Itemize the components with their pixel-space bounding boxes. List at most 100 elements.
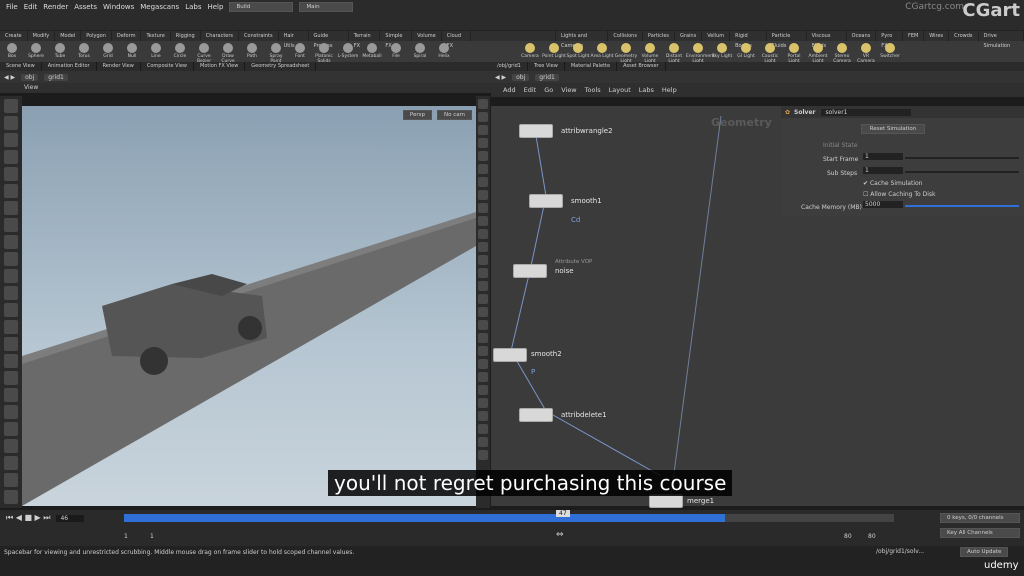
pane-tab[interactable]: Tree View bbox=[528, 62, 565, 71]
range-handle-icon[interactable]: ⇔ bbox=[556, 530, 564, 540]
shelf-tool[interactable]: Metaball bbox=[360, 43, 384, 64]
shelf-tab[interactable]: Lights and Cameras bbox=[556, 31, 609, 49]
shelf-tab[interactable]: Create bbox=[0, 31, 28, 41]
viewport-3d[interactable]: Persp No cam bbox=[22, 106, 476, 506]
shelf-tab[interactable]: Characters bbox=[201, 31, 240, 41]
pane-tab[interactable]: Motion FX View bbox=[194, 62, 246, 71]
net-menu-item[interactable]: Help bbox=[662, 86, 677, 94]
reset-simulation-button[interactable]: Reset Simulation bbox=[861, 124, 925, 134]
display-option-button[interactable] bbox=[478, 255, 488, 265]
tool-button[interactable] bbox=[4, 150, 18, 164]
tool-button[interactable] bbox=[4, 269, 18, 283]
display-option-button[interactable] bbox=[478, 333, 488, 343]
shelf-tab[interactable]: Crowds bbox=[949, 31, 979, 41]
shelf-tab[interactable]: Particles bbox=[643, 31, 676, 41]
shelf-tool[interactable]: Stereo Camera bbox=[830, 43, 854, 64]
display-option-button[interactable] bbox=[478, 151, 488, 161]
range-start-2[interactable]: 1 bbox=[150, 533, 154, 540]
net-menu-item[interactable]: Go bbox=[544, 86, 553, 94]
key-all-channels-button[interactable]: Key All Channels bbox=[940, 528, 1020, 538]
shelf-tab[interactable]: Collisions bbox=[608, 31, 643, 41]
tool-button[interactable] bbox=[4, 167, 18, 181]
net-menu-item[interactable]: View bbox=[561, 86, 576, 94]
shelf-tool[interactable]: Circle bbox=[168, 43, 192, 64]
current-frame-field[interactable]: 46 bbox=[56, 514, 85, 522]
display-option-button[interactable] bbox=[478, 203, 488, 213]
shelf-tool[interactable]: Grid bbox=[96, 43, 120, 64]
allow-cache-checkbox[interactable]: ☐ Allow Caching To Disk bbox=[863, 191, 936, 198]
tool-button[interactable] bbox=[4, 490, 18, 504]
shelf-tool[interactable]: Area Light bbox=[590, 43, 614, 64]
display-option-button[interactable] bbox=[478, 125, 488, 135]
shelf-tab[interactable]: Rigid Bodies bbox=[730, 31, 767, 49]
pane-tab[interactable]: /obj/grid1 bbox=[491, 62, 528, 71]
net-menu-item[interactable]: Tools bbox=[585, 86, 601, 94]
shelf-tool[interactable]: Portal Light bbox=[782, 43, 806, 64]
pane-tab[interactable]: Animation Editor bbox=[42, 62, 97, 71]
tool-button[interactable] bbox=[4, 388, 18, 402]
cache-mem-field[interactable]: 5000 bbox=[863, 201, 903, 208]
shelf-tool[interactable]: Tube bbox=[48, 43, 72, 64]
auto-update-button[interactable]: Auto Update bbox=[960, 547, 1009, 557]
display-option-button[interactable] bbox=[478, 372, 488, 382]
nav-arrows-icon[interactable]: ◀ ▶ bbox=[495, 74, 506, 81]
start-frame-slider[interactable] bbox=[905, 157, 1019, 159]
display-option-button[interactable] bbox=[478, 320, 488, 330]
shelf-tool[interactable]: Sky Light bbox=[710, 43, 734, 64]
shelf-tab[interactable]: Texture bbox=[141, 31, 171, 41]
path-grid1[interactable]: grid1 bbox=[44, 73, 68, 81]
net-menu-item[interactable]: Add bbox=[503, 86, 516, 94]
pane-tab[interactable]: Scene View bbox=[0, 62, 42, 71]
node-smooth2[interactable] bbox=[493, 348, 527, 362]
display-option-button[interactable] bbox=[478, 346, 488, 356]
shelf-tool[interactable]: Font bbox=[288, 43, 312, 64]
shelf-tab[interactable]: Constraints bbox=[239, 31, 279, 41]
shelf-tool[interactable]: Box bbox=[0, 43, 24, 64]
shelf-tool[interactable]: File bbox=[384, 43, 408, 64]
shelf-tool[interactable]: Curve Bezier bbox=[192, 43, 216, 64]
frame-slider[interactable] bbox=[124, 514, 894, 522]
display-option-button[interactable] bbox=[478, 268, 488, 278]
playhead-frame[interactable]: 47 bbox=[556, 510, 570, 517]
tool-button[interactable] bbox=[4, 286, 18, 300]
display-option-button[interactable] bbox=[478, 359, 488, 369]
desktop-select[interactable]: Build bbox=[229, 2, 294, 12]
shelf-tab[interactable]: Grains bbox=[675, 31, 703, 41]
cache-sim-checkbox[interactable]: ✔ Cache Simulation bbox=[863, 180, 922, 187]
shelf-tab[interactable]: Pyro FX bbox=[876, 31, 903, 49]
display-option-button[interactable] bbox=[478, 385, 488, 395]
display-option-button[interactable] bbox=[478, 281, 488, 291]
shelf-tab[interactable]: Cloud FX bbox=[442, 31, 472, 49]
display-option-button[interactable] bbox=[478, 190, 488, 200]
net-menu-item[interactable]: Labs bbox=[639, 86, 654, 94]
tool-button[interactable] bbox=[4, 252, 18, 266]
display-option-button[interactable] bbox=[478, 294, 488, 304]
tool-button[interactable] bbox=[4, 235, 18, 249]
shelf-tool[interactable]: Torus bbox=[72, 43, 96, 64]
display-option-button[interactable] bbox=[478, 216, 488, 226]
display-option-button[interactable] bbox=[478, 112, 488, 122]
node-smooth1[interactable] bbox=[529, 194, 563, 208]
net-menu-item[interactable]: Edit bbox=[524, 86, 537, 94]
shelf-tab[interactable]: Modify bbox=[28, 31, 56, 41]
menu-help[interactable]: Help bbox=[207, 3, 223, 11]
shelf-tab[interactable]: Vellum bbox=[702, 31, 731, 41]
pane-tab[interactable]: Material Palette bbox=[565, 62, 618, 71]
shelf-tab[interactable]: Particle Fluids bbox=[767, 31, 807, 49]
node-attribwrangle2[interactable] bbox=[519, 124, 553, 138]
tool-button[interactable] bbox=[4, 439, 18, 453]
start-frame-field[interactable]: 1 bbox=[863, 153, 903, 160]
shelf-tool[interactable]: Platonic Solids bbox=[312, 43, 336, 64]
display-option-button[interactable] bbox=[478, 164, 488, 174]
net-path-grid1[interactable]: grid1 bbox=[535, 73, 559, 81]
display-option-button[interactable] bbox=[478, 177, 488, 187]
shelf-tab[interactable]: Deform bbox=[112, 31, 142, 41]
shelf-tool[interactable]: Helix bbox=[432, 43, 456, 64]
display-option-button[interactable] bbox=[478, 450, 488, 460]
shelf-tool[interactable]: Volume Light bbox=[638, 43, 662, 64]
shelf-tool[interactable]: Sphere bbox=[24, 43, 48, 64]
display-option-button[interactable] bbox=[478, 398, 488, 408]
shelf-tool[interactable]: Draw Curve bbox=[216, 43, 240, 64]
persp-menu[interactable]: Persp bbox=[402, 110, 432, 120]
net-menu-item[interactable]: Layout bbox=[609, 86, 631, 94]
